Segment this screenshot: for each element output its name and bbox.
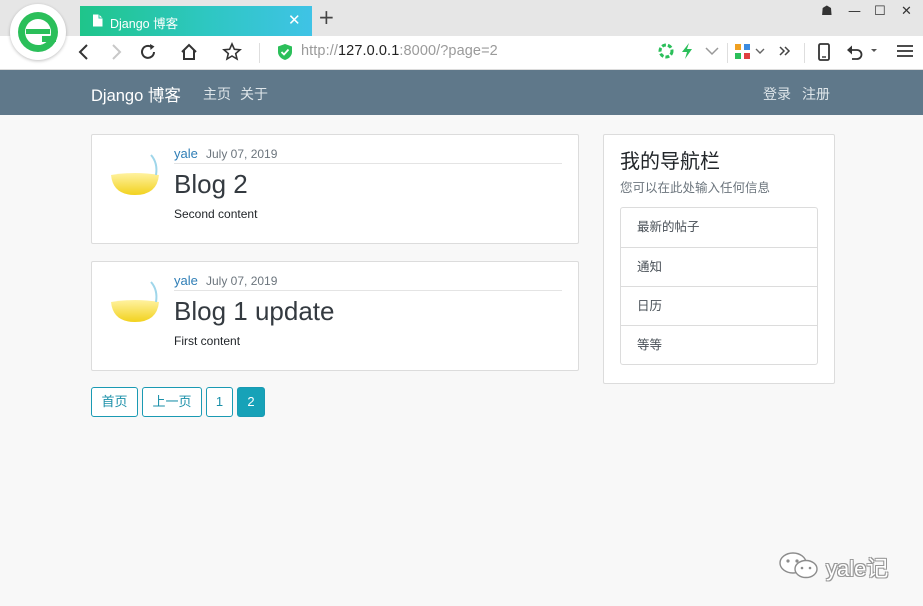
toolbar-divider <box>804 43 805 63</box>
skin-icon[interactable]: ☗ <box>821 4 833 20</box>
url-scheme: http:// <box>301 43 338 59</box>
shield-icon[interactable] <box>277 43 293 61</box>
post-card: yale July 07, 2019 Blog 1 update First c… <box>91 261 579 371</box>
page-2-button[interactable]: 2 <box>237 387 265 417</box>
sidebar-item-latest-posts[interactable]: 最新的帖子 <box>621 208 817 247</box>
sidebar-title: 我的导航栏 <box>620 151 720 173</box>
browser-logo-icon <box>18 12 58 52</box>
dropdown-icon[interactable] <box>704 43 720 59</box>
document-icon <box>93 14 103 27</box>
nav-about-link[interactable]: 关于 <box>240 84 268 104</box>
first-page-button[interactable]: 首页 <box>91 387 138 417</box>
post-title-link[interactable]: Blog 1 update <box>174 296 334 327</box>
new-tab-button[interactable]: + <box>318 6 335 28</box>
url-host: 127.0.0.1 <box>337 43 400 59</box>
undo-icon[interactable] <box>846 43 864 61</box>
reload-icon[interactable] <box>138 42 158 62</box>
toolbar-divider <box>727 43 728 63</box>
sidebar-list: 最新的帖子 通知 日历 等等 <box>620 207 818 365</box>
close-window-button[interactable]: ✕ <box>901 4 912 20</box>
tab-title: Django 博客 <box>110 17 179 31</box>
minimize-button[interactable]: — <box>848 4 861 20</box>
lightning-icon[interactable] <box>680 43 694 59</box>
avatar <box>111 154 159 195</box>
phone-icon[interactable] <box>817 43 831 61</box>
address-bar[interactable]: http://127.0.0.1:8000/?page=2 <box>301 43 498 59</box>
watermark-text: yale记 <box>826 556 889 581</box>
brand-link[interactable]: Django 博客 <box>91 82 181 106</box>
register-link[interactable]: 注册 <box>802 84 830 104</box>
sidebar-item-notifications[interactable]: 通知 <box>621 247 817 286</box>
home-icon[interactable] <box>179 42 199 62</box>
toolbar-divider <box>259 43 260 63</box>
divider <box>174 290 562 291</box>
login-link[interactable]: 登录 <box>763 84 791 104</box>
sidebar-subtitle: 您可以在此处输入任何信息 <box>620 181 771 195</box>
menu-icon[interactable] <box>896 43 914 59</box>
browser-tab-bar: Django 博客 ✕ + ☗ — ☐ ✕ <box>0 0 923 36</box>
browser-logo <box>10 4 66 60</box>
more-icon[interactable] <box>778 43 792 59</box>
back-icon[interactable] <box>76 42 92 62</box>
nav-home-link[interactable]: 主页 <box>203 84 231 104</box>
site-navbar: Django 博客 主页 关于 登录 注册 <box>0 70 923 115</box>
bookmark-star-icon[interactable] <box>222 42 242 62</box>
sidebar-item-calendar[interactable]: 日历 <box>621 286 817 325</box>
divider <box>174 163 562 164</box>
post-content: First content <box>174 334 241 348</box>
prev-page-button[interactable]: 上一页 <box>142 387 202 417</box>
tab-close-icon[interactable]: ✕ <box>288 12 301 28</box>
wechat-icon <box>779 552 818 579</box>
sidebar: 我的导航栏 您可以在此处输入任何信息 最新的帖子 通知 日历 等等 <box>603 134 835 384</box>
apps-icon[interactable] <box>734 43 752 61</box>
sidebar-item-etc[interactable]: 等等 <box>621 325 817 364</box>
chevron-down-icon[interactable] <box>755 43 765 59</box>
post-date: July 07, 2019 <box>206 147 278 161</box>
post-date: July 07, 2019 <box>206 274 278 288</box>
url-path: :8000/?page=2 <box>399 43 498 59</box>
post-card: yale July 07, 2019 Blog 2 Second content <box>91 134 579 244</box>
avatar <box>111 281 159 322</box>
post-author-link[interactable]: yale <box>174 273 198 288</box>
extension-icon[interactable] <box>658 43 674 59</box>
browser-tab[interactable]: Django 博客 ✕ <box>80 6 312 36</box>
post-title-link[interactable]: Blog 2 <box>174 169 248 200</box>
post-author-link[interactable]: yale <box>174 146 198 161</box>
forward-icon[interactable] <box>108 42 124 62</box>
maximize-button[interactable]: ☐ <box>874 4 886 20</box>
caret-down-icon[interactable] <box>870 43 878 59</box>
page-1-button[interactable]: 1 <box>206 387 233 417</box>
post-content: Second content <box>174 207 258 221</box>
browser-toolbar: http://127.0.0.1:8000/?page=2 <box>0 36 923 70</box>
